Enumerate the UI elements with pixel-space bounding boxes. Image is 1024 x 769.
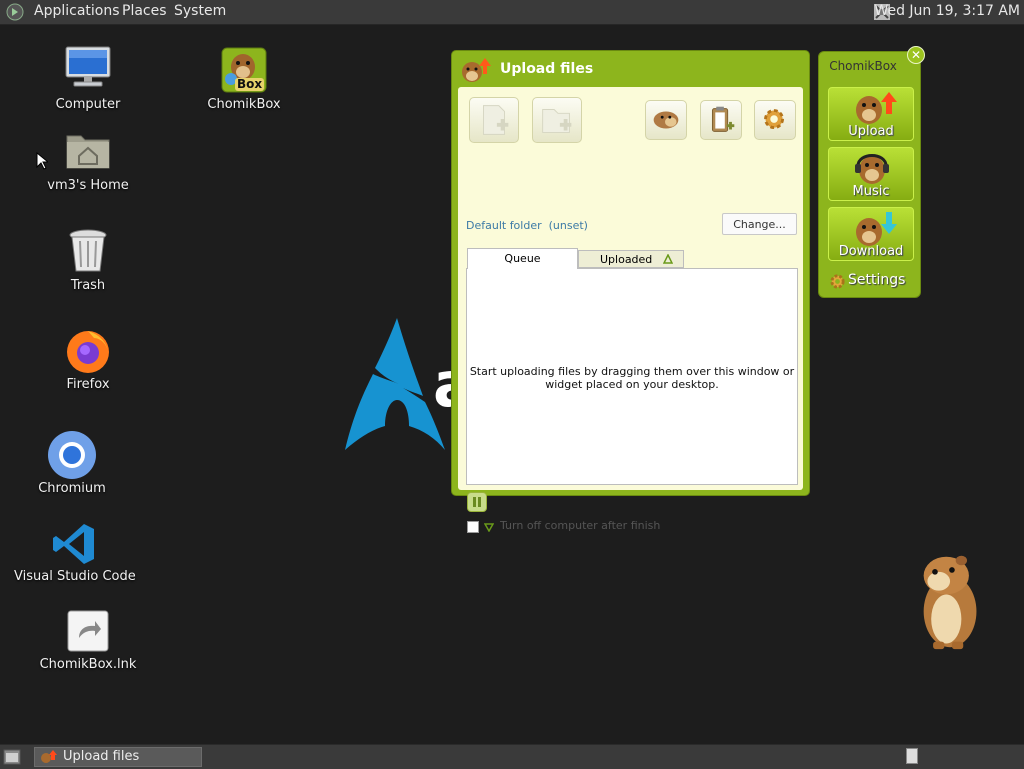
desktop-icon-label: Computer xyxy=(55,97,121,112)
mouse-cursor-icon xyxy=(36,152,48,170)
widget-settings-label: Settings xyxy=(848,272,906,288)
widget-close-button[interactable]: ✕ xyxy=(907,46,925,64)
top-panel: Applications Places System Wed Jun 19, 3… xyxy=(0,0,1024,25)
shutdown-checkbox[interactable] xyxy=(467,521,479,533)
widget-upload-button[interactable]: Upload xyxy=(828,87,914,141)
shortcut-icon xyxy=(67,610,109,652)
desktop-icon-label: vm3's Home xyxy=(47,178,129,193)
desktop-icon-label: Firefox xyxy=(66,377,110,392)
menu-places[interactable]: Places xyxy=(122,3,167,19)
arch-logo-icon xyxy=(345,318,445,450)
computer-icon xyxy=(65,46,111,87)
chomikbox-widget[interactable]: ChomikBox ✕ Upload Music Download Settin… xyxy=(818,46,925,298)
desktop-icon-label: Visual Studio Code xyxy=(14,569,136,584)
chromium-icon xyxy=(48,431,96,479)
home-folder-icon xyxy=(66,135,110,169)
gear-icon xyxy=(830,274,845,289)
window-title: Upload files xyxy=(500,61,594,77)
desktop-icon-computer[interactable]: Computer xyxy=(38,46,138,116)
queue-empty-message: Start uploading files by dragging them o… xyxy=(467,365,797,391)
upload-window-body: Default folder (unset) Change... Queue U… xyxy=(458,87,803,533)
change-folder-button[interactable]: Change... xyxy=(722,213,797,235)
vscode-icon xyxy=(53,524,94,564)
default-folder-text: Default folder xyxy=(466,219,542,232)
widget-music-label: Music xyxy=(852,184,890,199)
arch-wallpaper-logo: a xyxy=(345,318,475,454)
taskbar-item-label: Upload files xyxy=(63,749,140,764)
queue-list[interactable]: Start uploading files by dragging them o… xyxy=(466,268,798,485)
widget-download-label: Download xyxy=(838,244,904,259)
menu-system[interactable]: System xyxy=(174,3,226,19)
taskbar-upload-files[interactable]: Upload files xyxy=(34,747,202,767)
desktop-icon-firefox[interactable]: Firefox xyxy=(38,326,138,396)
workspace-switcher[interactable] xyxy=(906,748,918,764)
tab-uploaded[interactable]: Uploaded xyxy=(578,250,684,268)
tab-queue-label: Queue xyxy=(504,252,541,265)
tab-queue[interactable]: Queue xyxy=(467,248,578,269)
desktop-icon-label: ChomikBox xyxy=(207,97,281,112)
queue-message-line: widget placed on your desktop. xyxy=(545,378,719,391)
add-folder-button[interactable] xyxy=(532,97,582,143)
chomik-mascot-icon[interactable] xyxy=(918,550,984,654)
download-chomik-icon xyxy=(856,212,897,246)
bottom-panel: Upload files xyxy=(0,744,1024,769)
show-desktop-icon[interactable] xyxy=(3,749,21,765)
default-folder-label: Default folder (unset) xyxy=(466,219,588,232)
menu-applications[interactable]: Applications xyxy=(34,3,120,19)
desktop-icon-chomikbox[interactable]: Box ChomikBox xyxy=(194,46,294,116)
settings-gear-button[interactable] xyxy=(754,100,796,140)
close-icon: ✕ xyxy=(910,48,922,62)
shutdown-arrow-icon xyxy=(484,523,494,532)
triangle-up-icon xyxy=(663,254,673,264)
paste-clipboard-button[interactable] xyxy=(700,100,742,140)
firefox-icon xyxy=(67,331,109,373)
add-files-button[interactable] xyxy=(469,97,519,143)
chomik-badge: Box xyxy=(235,77,265,91)
pause-button[interactable] xyxy=(467,492,487,512)
desktop-icon-chromium[interactable]: Chromium xyxy=(22,430,122,500)
chomik-icon xyxy=(653,111,679,129)
shutdown-label: Turn off computer after finish xyxy=(500,519,661,532)
trash-icon xyxy=(69,229,107,272)
chomik-account-button[interactable] xyxy=(645,100,687,140)
clipboard-icon xyxy=(711,106,735,132)
desktop-icon-label: Chromium xyxy=(38,481,106,496)
tab-uploaded-label: Uploaded xyxy=(600,253,653,266)
gnome-foot-icon[interactable] xyxy=(6,3,24,21)
queue-message-line: Start uploading files by dragging them o… xyxy=(469,365,795,378)
pause-icon xyxy=(473,497,481,507)
widget-download-button[interactable]: Download xyxy=(828,207,914,261)
widget-upload-label: Upload xyxy=(848,124,894,139)
desktop-icon-label: ChomikBox.lnk xyxy=(39,657,137,672)
default-folder-value: (unset) xyxy=(548,219,588,232)
desktop-icon-chomikbox-lnk[interactable]: ChomikBox.lnk xyxy=(38,610,138,680)
add-file-icon xyxy=(483,105,509,135)
desktop-icon-vscode[interactable]: Visual Studio Code xyxy=(14,520,136,590)
music-chomik-icon xyxy=(855,154,889,184)
widget-music-button[interactable]: Music xyxy=(828,147,914,201)
widget-title: ChomikBox xyxy=(829,59,897,73)
upload-window-icon xyxy=(462,58,491,82)
desktop-icon-trash[interactable]: Trash xyxy=(38,228,138,298)
add-folder-icon xyxy=(542,109,572,133)
upload-window-icon xyxy=(41,750,57,763)
upload-chomik-icon xyxy=(856,92,897,124)
gear-icon xyxy=(764,109,785,130)
upload-files-window[interactable]: Upload files Default folder (unset) Chan… xyxy=(451,50,810,533)
clock[interactable]: Wed Jun 19, 3:17 AM xyxy=(874,3,1020,19)
desktop-icon-home[interactable]: vm3's Home xyxy=(38,128,138,198)
desktop-icon-label: Trash xyxy=(70,278,106,293)
